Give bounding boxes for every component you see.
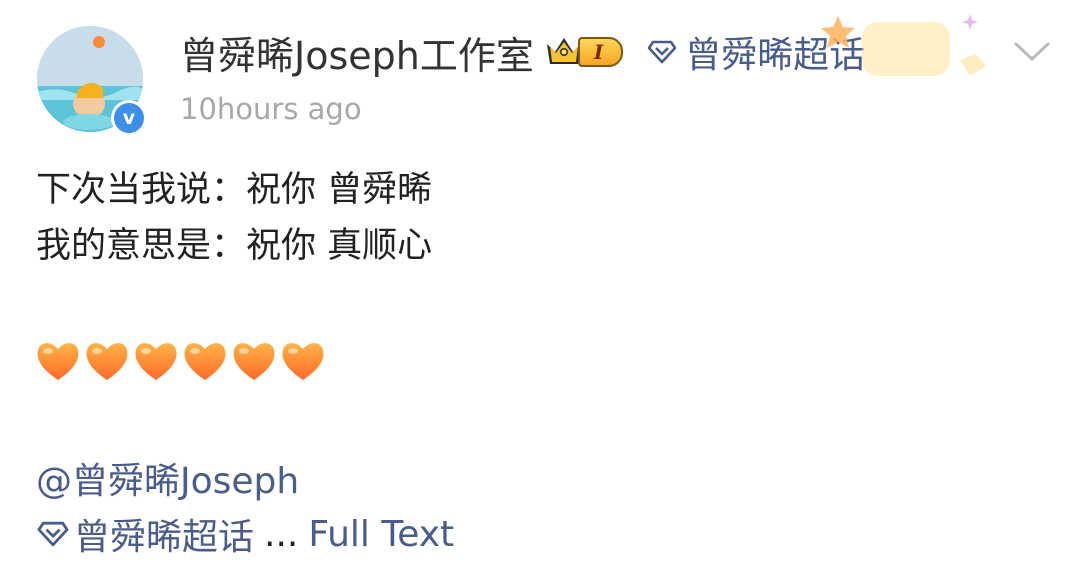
orange-hearts-row [34, 338, 328, 384]
orange-heart-icon [282, 343, 324, 380]
topic-gem-icon [36, 521, 70, 547]
vip-badge[interactable]: I [544, 34, 624, 70]
weibo-post-card: v 曾舜晞Joseph工作室 I 曾舜晞超话 10hours ago 下次当我说… [0, 0, 1080, 573]
content-line: 下次当我说：祝你 曾舜晞 [36, 170, 433, 210]
orange-heart-icon [135, 343, 177, 380]
orange-heart-icon [184, 343, 226, 380]
verified-icon: v [111, 100, 147, 136]
vip-level-label: I [577, 37, 624, 67]
post-timestamp: 10hours ago [180, 92, 362, 126]
orange-heart-icon [233, 343, 275, 380]
post-header: 曾舜晞Joseph工作室 I 曾舜晞超话 [180, 24, 865, 80]
full-text-link[interactable]: Full Text [308, 514, 454, 555]
topic-link[interactable]: 曾舜晞超话 [74, 508, 254, 560]
truncation-ellipsis: ... [264, 513, 299, 555]
content-line: 我的意思是：祝你 真顺心 [36, 226, 433, 266]
topic-line: 曾舜晞超话 ... Full Text [36, 508, 454, 560]
decorative-sticker-icon [821, 14, 986, 76]
post-content: 下次当我说：祝你 曾舜晞 我的意思是：祝你 真顺心 [36, 162, 432, 274]
mention-link[interactable]: @曾舜晞Joseph [36, 452, 299, 504]
author-avatar[interactable]: v [37, 26, 147, 136]
orange-heart-icon [86, 343, 128, 380]
supertopic-gem-icon [647, 40, 677, 64]
author-name[interactable]: 曾舜晞Joseph工作室 [180, 25, 534, 80]
orange-heart-icon [37, 343, 79, 380]
chevron-down-icon[interactable] [1010, 36, 1054, 66]
